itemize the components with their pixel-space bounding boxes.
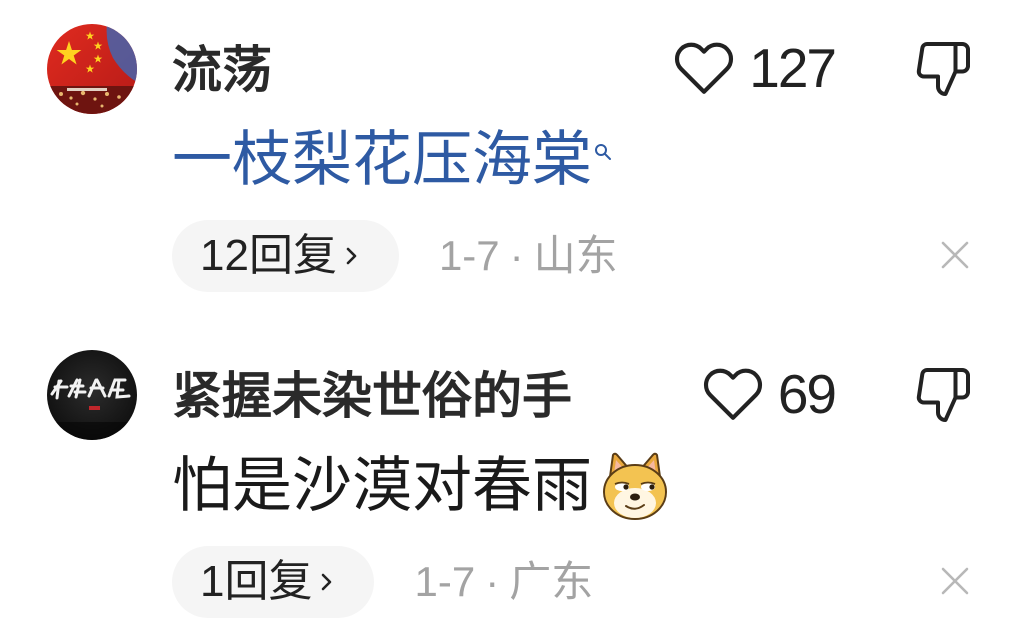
comment-content: 一枝梨花压海棠: [172, 125, 612, 195]
meta-separator: ·: [509, 232, 524, 279]
meta-separator: ·: [485, 558, 500, 605]
avatar[interactable]: [47, 24, 137, 114]
doge-emoji-icon: [603, 452, 667, 520]
replies-label: 12回复: [200, 231, 337, 280]
close-icon: [941, 567, 969, 595]
dislike-button[interactable]: [913, 365, 973, 425]
logo-accent: [89, 406, 100, 410]
replies-button[interactable]: 12回复: [172, 220, 399, 292]
like-count: 127: [749, 37, 837, 99]
thumbs-down-icon: [916, 368, 970, 422]
like-button[interactable]: 69: [702, 363, 837, 425]
comment-item: 紧握未染世俗的手 69 怕是沙漠对春雨 1回复 1-7 · 广东: [0, 326, 1024, 626]
dislike-button[interactable]: [913, 39, 973, 99]
avatar-image: [47, 350, 137, 440]
replies-button[interactable]: 1回复: [172, 546, 375, 618]
heart-icon: [675, 42, 734, 94]
heart-icon: [703, 368, 762, 420]
avatar-image: [47, 24, 137, 114]
comment-text[interactable]: 怕是沙漠对春雨: [172, 451, 592, 521]
username[interactable]: 紧握未染世俗的手: [172, 368, 572, 424]
comment-meta: 1回复 1-7 · 广东: [172, 546, 593, 618]
comment-date: 1-7: [414, 558, 476, 605]
comment-location: 广东: [509, 558, 594, 605]
comment-location: 山东: [533, 232, 618, 279]
comment-search-link[interactable]: 一枝梨花压海棠: [172, 125, 592, 195]
chevron-right-icon: [322, 573, 332, 591]
like-button[interactable]: 127: [673, 37, 837, 99]
close-button[interactable]: [940, 240, 970, 270]
comment-date: 1-7: [438, 232, 500, 279]
comment-meta: 12回复 1-7 · 山东: [172, 220, 618, 292]
replies-label: 1回复: [200, 557, 313, 606]
close-icon: [941, 241, 969, 269]
username[interactable]: 流荡: [172, 42, 272, 98]
comment-item: 流荡 127 一枝梨花压海棠 12回复 1-7 · 山东: [0, 0, 1024, 300]
search-icon[interactable]: [594, 143, 612, 161]
comment-content: 怕是沙漠对春雨: [172, 451, 670, 521]
close-button[interactable]: [940, 566, 970, 596]
like-count: 69: [777, 363, 837, 425]
thumbs-down-icon: [916, 42, 970, 96]
avatar-shadow: [47, 422, 137, 440]
chevron-right-icon: [346, 247, 357, 265]
avatar[interactable]: [47, 350, 137, 440]
